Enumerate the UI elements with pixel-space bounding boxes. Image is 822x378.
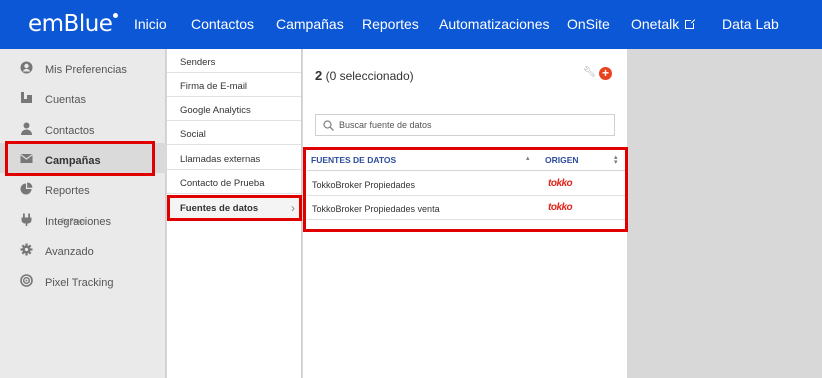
nav-onetalk[interactable]: Onetalk xyxy=(631,16,697,32)
settings-submenu: Senders Firma de E-mail Google Analytics… xyxy=(167,49,302,378)
chevron-right-icon: › xyxy=(291,201,295,215)
emblue-logo[interactable]: emBlue xyxy=(28,11,119,37)
user-circle-icon xyxy=(20,61,33,74)
selection-count: 2 (0 seleccionado) xyxy=(315,68,414,83)
submenu-item-senders[interactable]: Senders xyxy=(167,49,301,73)
contact-icon xyxy=(21,122,32,135)
nav-onsite[interactable]: OnSite xyxy=(567,16,610,32)
table-header: FUENTES DE DATOS ▴ ORIGEN ▴ ▾ xyxy=(307,149,625,171)
table-row[interactable]: TokkoBroker Propiedades venta tokko xyxy=(307,196,625,220)
target-icon xyxy=(20,274,33,287)
sidebar-item-reportes[interactable]: Reportes xyxy=(0,173,166,203)
search-icon xyxy=(323,120,334,131)
tokko-logo: tokko xyxy=(548,202,573,213)
nav-automatizaciones[interactable]: Automatizaciones xyxy=(439,16,550,32)
sidebar-item-label: Avanzado xyxy=(45,246,94,258)
column-header-source[interactable]: FUENTES DE DATOS xyxy=(311,155,396,165)
flows-caption: By Flows xyxy=(61,219,86,225)
data-source-name: TokkoBroker Propiedades venta xyxy=(312,204,440,214)
submenu-item-google-analytics[interactable]: Google Analytics xyxy=(167,97,301,121)
add-data-source-button[interactable]: + xyxy=(599,67,612,80)
submenu-item-social[interactable]: Social xyxy=(167,121,301,145)
sidebar-item-label: Mis Preferencias xyxy=(45,64,127,76)
nav-campanas[interactable]: Campañas xyxy=(276,16,344,32)
submenu-item-llamadas-externas[interactable]: Llamadas externas xyxy=(167,146,301,170)
top-navbar: emBlue Inicio Contactos Campañas Reporte… xyxy=(0,0,822,49)
wrench-icon[interactable]: 🔧︎ xyxy=(583,67,596,78)
sidebar-item-label: Cuentas xyxy=(45,94,86,106)
pie-chart-icon xyxy=(20,182,33,195)
column-header-origin[interactable]: ORIGEN xyxy=(545,155,579,165)
submenu-item-fuentes-de-datos[interactable]: Fuentes de datos › xyxy=(167,195,301,219)
sidebar-item-label: Campañas xyxy=(45,155,101,167)
sidebar-item-label: Reportes xyxy=(45,185,90,197)
search-field[interactable] xyxy=(315,114,615,136)
sidebar-item-campanas[interactable]: Campañas xyxy=(0,143,166,173)
accounts-icon xyxy=(21,92,32,103)
gear-icon xyxy=(20,243,33,256)
sidebar-item-label: Pixel Tracking xyxy=(45,277,114,289)
sidebar-item-avanzado[interactable]: Avanzado xyxy=(0,234,166,264)
data-sources-panel: 2 (0 seleccionado) 🔧︎ + FUENTES DE DATOS… xyxy=(303,49,627,378)
nav-inicio[interactable]: Inicio xyxy=(134,16,167,32)
table-row[interactable]: TokkoBroker Propiedades tokko xyxy=(307,172,625,196)
sidebar-item-mis-preferencias[interactable]: Mis Preferencias xyxy=(0,52,166,82)
sidebar-item-label: Contactos xyxy=(45,125,95,137)
external-link-icon xyxy=(685,18,697,29)
submenu-item-firma[interactable]: Firma de E-mail xyxy=(167,73,301,97)
envelope-icon xyxy=(20,154,33,163)
tokko-logo: tokko xyxy=(548,178,573,189)
data-source-name: TokkoBroker Propiedades xyxy=(312,180,416,190)
settings-sidebar: Mis Preferencias Cuentas Contactos Campa… xyxy=(0,49,166,378)
sort-asc-icon[interactable]: ▴ xyxy=(526,154,530,162)
sort-toggle-icon[interactable]: ▴ ▾ xyxy=(614,154,618,166)
sidebar-item-pixel-tracking[interactable]: Pixel Tracking xyxy=(0,265,166,295)
nav-reportes[interactable]: Reportes xyxy=(362,16,419,32)
search-input[interactable] xyxy=(339,118,609,132)
plug-icon xyxy=(21,213,32,226)
nav-contactos[interactable]: Contactos xyxy=(191,16,254,32)
sidebar-item-cuentas[interactable]: Cuentas xyxy=(0,82,166,112)
sidebar-item-contactos[interactable]: Contactos xyxy=(0,113,166,143)
nav-data-lab[interactable]: Data Lab xyxy=(722,16,779,32)
submenu-item-contacto-prueba[interactable]: Contacto de Prueba xyxy=(167,170,301,194)
